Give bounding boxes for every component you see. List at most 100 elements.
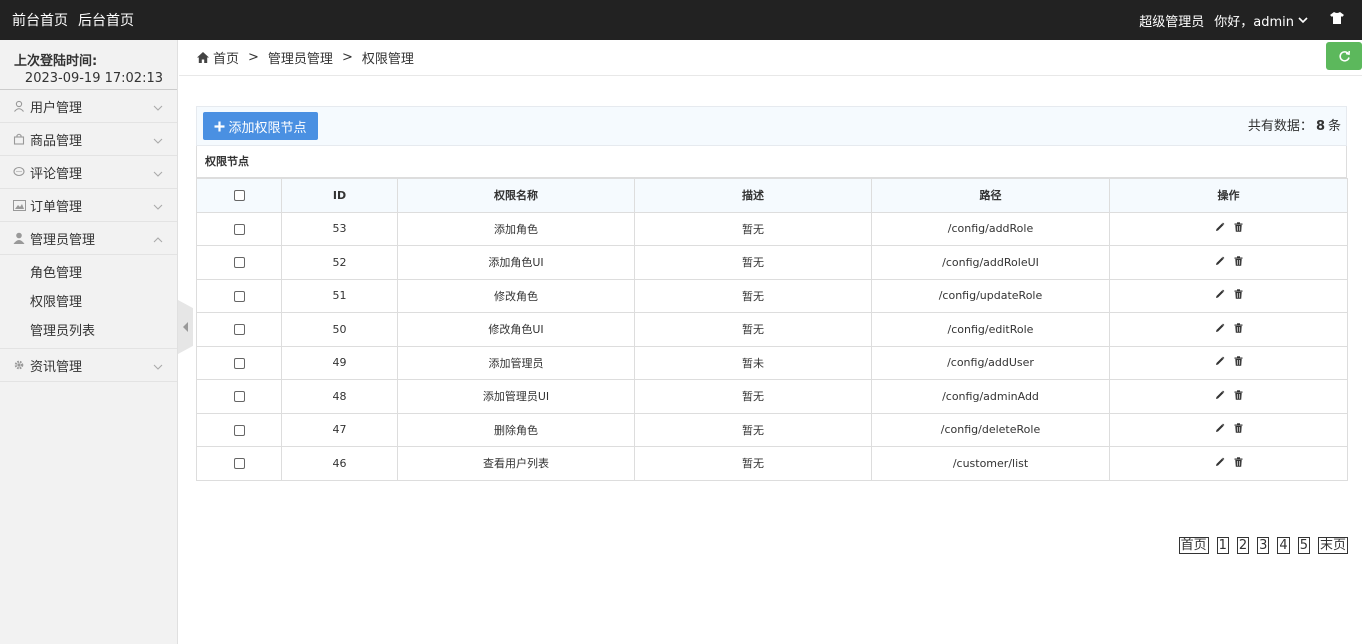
add-permission-node-label: 添加权限节点 (228, 120, 307, 136)
delete-icon[interactable] (1234, 256, 1243, 266)
cell-id: 51 (281, 278, 398, 313)
admin-icon (12, 231, 26, 245)
sidebar-item-products[interactable]: 商品管理 (0, 123, 177, 156)
image-icon (12, 198, 26, 212)
last-login-label: 上次登陆时间: (14, 54, 98, 69)
delete-icon[interactable] (1234, 423, 1243, 433)
edit-icon[interactable] (1215, 390, 1225, 400)
row-select-cell (196, 345, 282, 380)
row-checkbox[interactable] (233, 324, 245, 336)
cell-path: /config/deleteRole (871, 412, 1110, 447)
back-home-link[interactable]: 后台首页 (78, 10, 134, 30)
sidebar: 上次登陆时间: 2023-09-19 17:02:13 用户管理 商品管理 评论… (0, 40, 178, 644)
chevron-down-icon[interactable] (1298, 13, 1308, 28)
sidebar-item-orders[interactable]: 订单管理 (0, 189, 177, 222)
sidebar-subitem-admin-list[interactable]: 管理员列表 (0, 317, 177, 346)
pager-page-3[interactable]: 3 (1257, 537, 1270, 554)
breadcrumb: 首页 > 管理员管理 > 权限管理 (179, 40, 1362, 76)
admin-submenu: 角色管理 权限管理 管理员列表 (0, 255, 177, 349)
cell-actions (1109, 412, 1348, 447)
sidebar-item-news[interactable]: 资讯管理 (0, 349, 177, 382)
row-checkbox[interactable] (233, 391, 245, 403)
cell-name: 查看用户列表 (397, 446, 635, 481)
skin-shirt-icon[interactable] (1330, 12, 1344, 28)
sidebar-subitem-permissions[interactable]: 权限管理 (0, 288, 177, 317)
delete-icon[interactable] (1234, 457, 1243, 467)
shopping-bag-icon (12, 132, 26, 146)
cell-name: 添加角色UI (397, 245, 635, 280)
chevron-left-icon (182, 322, 188, 332)
delete-icon[interactable] (1234, 289, 1243, 299)
edit-icon[interactable] (1215, 423, 1225, 433)
delete-icon[interactable] (1234, 222, 1243, 232)
row-checkbox[interactable] (233, 290, 245, 302)
cell-description: 暂无 (634, 379, 872, 414)
row-select-cell (196, 278, 282, 313)
cell-id: 47 (281, 412, 398, 447)
row-checkbox[interactable] (233, 424, 245, 436)
sidebar-item-label: 评论管理 (30, 166, 83, 182)
row-checkbox[interactable] (233, 357, 245, 369)
last-login-info: 上次登陆时间: 2023-09-19 17:02:13 (0, 40, 177, 90)
cell-description: 暂无 (634, 312, 872, 347)
chevron-down-icon (153, 199, 163, 214)
sidebar-collapse-handle[interactable] (178, 300, 193, 354)
row-checkbox[interactable] (233, 257, 245, 269)
sidebar-item-users[interactable]: 用户管理 (0, 90, 177, 123)
edit-icon[interactable] (1215, 457, 1225, 467)
row-select-cell (196, 245, 282, 280)
chevron-down-icon (153, 133, 163, 148)
select-all-checkbox[interactable] (233, 190, 245, 202)
record-count-value: 8 (1315, 119, 1325, 134)
select-all-cell (196, 178, 282, 213)
cell-actions (1109, 245, 1348, 280)
cell-description: 暂无 (634, 446, 872, 481)
pager-first[interactable]: 首页 (1178, 537, 1209, 554)
user-greeting[interactable]: 你好，admin (1214, 11, 1294, 30)
edit-icon[interactable] (1215, 323, 1225, 333)
front-home-link[interactable]: 前台首页 (12, 10, 68, 30)
table-row: 52 添加角色UI 暂无/config/addRoleUI (196, 245, 1348, 280)
pager-page-4[interactable]: 4 (1277, 537, 1290, 554)
row-checkbox[interactable] (233, 223, 245, 235)
cell-name: 修改角色UI (397, 312, 635, 347)
pager-page-5[interactable]: 5 (1297, 537, 1310, 554)
pager-page-1[interactable]: 1 (1216, 537, 1229, 554)
column-header-id: ID (281, 178, 398, 213)
pager-page-2[interactable]: 2 (1236, 537, 1250, 554)
cell-id: 53 (281, 211, 398, 246)
delete-icon[interactable] (1234, 390, 1243, 400)
table-caption: 权限节点 (196, 146, 1347, 178)
edit-icon[interactable] (1215, 289, 1225, 299)
edit-icon[interactable] (1215, 356, 1225, 366)
sidebar-item-comments[interactable]: 评论管理 (0, 156, 177, 189)
cell-name: 添加角色 (397, 211, 635, 246)
add-permission-node-button[interactable]: 添加权限节点 (203, 112, 318, 140)
sidebar-item-admins[interactable]: 管理员管理 (0, 222, 177, 255)
delete-icon[interactable] (1234, 323, 1243, 333)
breadcrumb-home[interactable]: 首页 (213, 48, 239, 67)
last-login-time: 2023-09-19 17:02:13 (24, 71, 163, 86)
refresh-button[interactable] (1326, 42, 1362, 70)
pager-last[interactable]: 末页 (1317, 537, 1348, 554)
sidebar-item-label: 用户管理 (30, 100, 83, 116)
cell-path: /config/updateRole (871, 278, 1110, 313)
breadcrumb-separator: > (248, 50, 259, 65)
delete-icon[interactable] (1234, 356, 1243, 366)
sidebar-subitem-roles[interactable]: 角色管理 (0, 259, 177, 288)
cell-path: /config/addUser (871, 345, 1110, 380)
cell-actions (1109, 312, 1348, 347)
cell-id: 52 (281, 245, 398, 280)
breadcrumb-admin-management[interactable]: 管理员管理 (268, 48, 333, 67)
record-count-prefix: 共有数据： (1247, 119, 1313, 134)
breadcrumb-separator: > (341, 50, 353, 65)
row-checkbox[interactable] (233, 458, 245, 470)
edit-icon[interactable] (1215, 222, 1225, 232)
sidebar-item-label: 订单管理 (30, 199, 83, 215)
cell-actions (1109, 211, 1348, 246)
cell-actions (1109, 379, 1348, 414)
edit-icon[interactable] (1215, 256, 1225, 266)
user-icon (12, 99, 26, 113)
top-navbar: 前台首页 后台首页 超级管理员 你好，admin (0, 0, 1362, 40)
chevron-down-icon (153, 100, 163, 115)
